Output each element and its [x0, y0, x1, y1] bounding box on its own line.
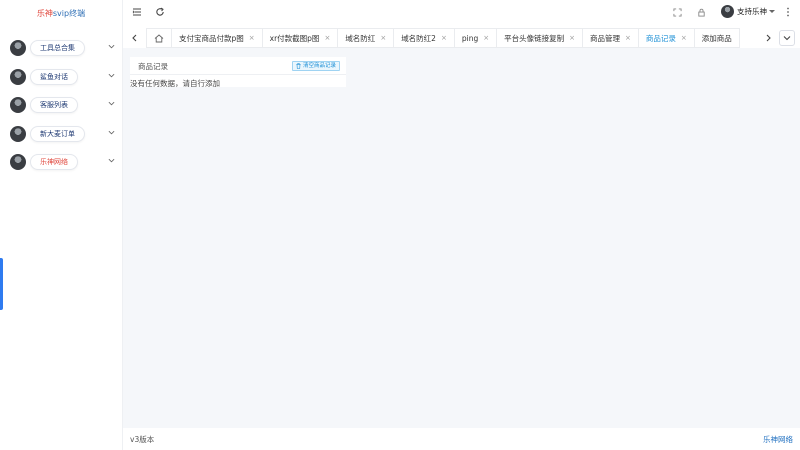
tab-ping[interactable]: ping ×	[454, 28, 498, 48]
sidebar-menu: 工具总合集 鲨鱼对话 客服列表 新大麦订单 乐神网络	[0, 34, 122, 177]
tab-close-icon[interactable]: ×	[441, 34, 447, 42]
tab-close-icon[interactable]: ×	[249, 34, 255, 42]
tab-label: 域名防红2	[401, 33, 436, 43]
sidebar-item-label: 鲨鱼对话	[30, 68, 78, 85]
sidebar-item-label: 乐神网络	[30, 154, 78, 171]
tab-product-records[interactable]: 商品记录 ×	[638, 28, 695, 48]
trash-icon	[296, 63, 301, 69]
tab-label: xr付款截图p图	[269, 33, 320, 43]
tab-label: 支付宝商品付款p图	[179, 33, 244, 43]
clear-records-label: 清空商品记录	[303, 63, 337, 69]
menu-avatar-icon	[10, 68, 26, 85]
caret-down-icon	[769, 10, 775, 13]
tab-close-icon[interactable]: ×	[483, 34, 489, 42]
sidebar-item-label: 新大麦订单	[30, 125, 85, 142]
sidebar-item-tools[interactable]: 工具总合集	[0, 34, 122, 63]
clear-records-button[interactable]: 清空商品记录	[292, 61, 341, 71]
lock-icon[interactable]	[695, 6, 707, 18]
drawer-handle[interactable]	[0, 258, 3, 310]
tabs-scroll-right-icon[interactable]	[760, 28, 776, 48]
tabs-scroll-left-icon[interactable]	[126, 28, 142, 48]
tab-home[interactable]	[146, 28, 172, 48]
product-records-card: 商品记录 清空商品记录 没有任何数据，请自行添加	[130, 57, 346, 88]
footer-brand-link[interactable]: 乐神网络	[763, 434, 793, 445]
main-content: 商品记录 清空商品记录 没有任何数据，请自行添加	[123, 48, 800, 428]
tab-xr-payment-screenshot[interactable]: xr付款截图p图 ×	[262, 28, 339, 48]
tab-label: 商品记录	[645, 33, 676, 43]
sidebar: 乐神svip终端 工具总合集 鲨鱼对话 客服列表 新大麦订单 乐神网络	[0, 0, 123, 450]
card-title: 商品记录	[138, 62, 168, 71]
sidebar-item-label: 客服列表	[30, 97, 78, 114]
footer: v3版本 乐神网络	[123, 428, 800, 450]
fullscreen-icon[interactable]	[671, 6, 683, 18]
tab-label: 添加商品	[701, 33, 732, 43]
sidebar-item-damai-orders[interactable]: 新大麦订单	[0, 120, 122, 149]
tab-close-icon[interactable]: ×	[324, 34, 330, 42]
chevron-down-icon[interactable]	[108, 129, 115, 136]
menu-avatar-icon	[10, 97, 26, 114]
sidebar-item-customer-service[interactable]: 客服列表	[0, 91, 122, 120]
logo-text-part1: 乐神	[36, 9, 53, 18]
home-icon	[154, 33, 164, 42]
empty-state-text: 没有任何数据，请自行添加	[130, 79, 220, 88]
user-menu[interactable]: 支持乐神	[721, 5, 775, 18]
chevron-down-icon[interactable]	[108, 100, 115, 107]
chevron-down-icon[interactable]	[108, 72, 115, 79]
menu-avatar-icon	[10, 154, 26, 171]
tab-close-icon[interactable]: ×	[380, 34, 386, 42]
sidebar-item-label: 工具总合集	[30, 40, 85, 57]
user-avatar	[721, 5, 734, 18]
tabs-dropdown-button[interactable]	[779, 30, 795, 46]
tab-avatar-link-copy[interactable]: 平台头像链接复制 ×	[497, 28, 583, 48]
logo-text-part2: svip终端	[52, 9, 86, 18]
chevron-down-icon[interactable]	[108, 157, 115, 164]
chevron-down-icon[interactable]	[108, 43, 115, 50]
tab-close-icon[interactable]: ×	[681, 34, 687, 42]
tab-close-icon[interactable]: ×	[625, 34, 631, 42]
menu-avatar-icon	[10, 125, 26, 142]
refresh-icon[interactable]	[154, 6, 166, 18]
tab-label: 平台头像链接复制	[504, 33, 565, 43]
card-header: 商品记录 清空商品记录	[130, 57, 346, 75]
version-label: v3版本	[130, 435, 155, 444]
menu-fold-icon[interactable]	[131, 6, 143, 18]
user-name: 支持乐神	[737, 7, 767, 16]
menu-avatar-icon	[10, 40, 26, 57]
app-logo[interactable]: 乐神svip终端	[0, 0, 122, 28]
more-vertical-icon[interactable]	[782, 6, 794, 18]
sidebar-item-leshen-network[interactable]: 乐神网络	[0, 148, 122, 177]
tabs-bar: 支付宝商品付款p图 × xr付款截图p图 × 域名防红 × 域名防红2 × ping × …	[123, 28, 800, 48]
chevron-down-icon	[783, 36, 791, 41]
tab-domain-antiblock[interactable]: 域名防红 ×	[338, 28, 395, 48]
tab-product-management[interactable]: 商品管理 ×	[582, 28, 639, 48]
tab-domain-antiblock-2[interactable]: 域名防红2 ×	[394, 28, 455, 48]
tab-label: 商品管理	[589, 33, 620, 43]
sidebar-item-shark-chat[interactable]: 鲨鱼对话	[0, 63, 122, 92]
tab-label: ping	[461, 33, 479, 43]
tab-label: 域名防红	[345, 33, 376, 43]
tab-add-product[interactable]: 添加商品	[694, 28, 740, 48]
tab-close-icon[interactable]: ×	[569, 34, 575, 42]
tab-alipay-payment-ps[interactable]: 支付宝商品付款p图 ×	[172, 28, 263, 48]
tabs-list: 支付宝商品付款p图 × xr付款截图p图 × 域名防红 × 域名防红2 × ping × …	[146, 28, 740, 48]
top-header: 支持乐神	[123, 0, 800, 24]
